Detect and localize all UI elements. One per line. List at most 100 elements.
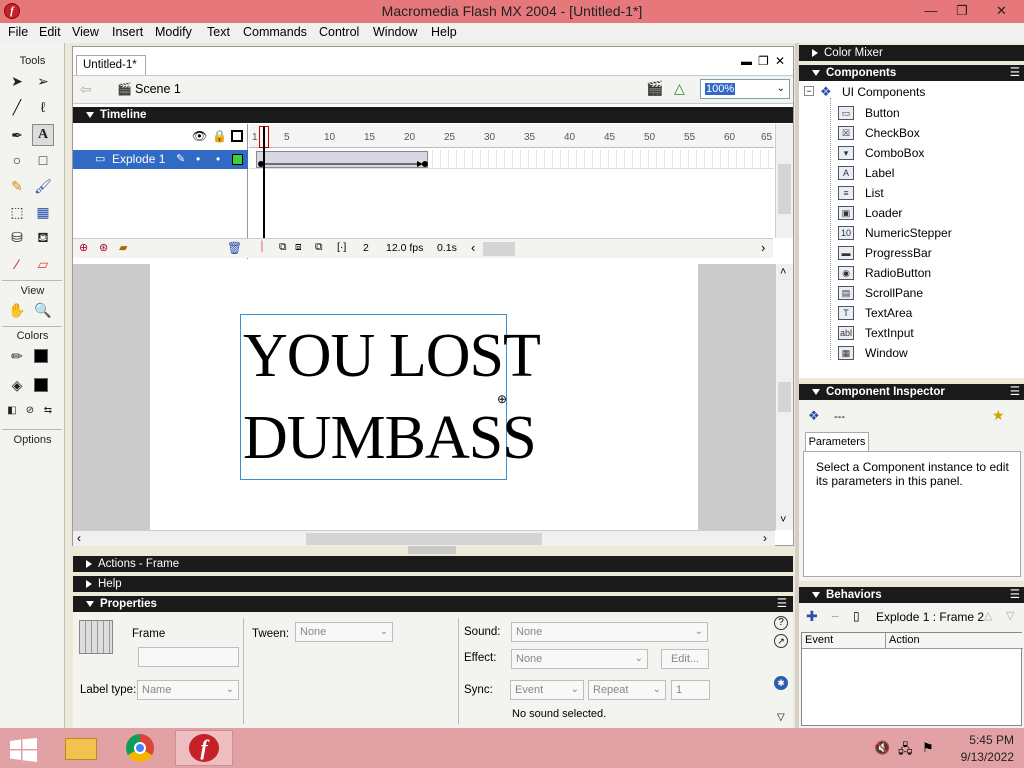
clock-date[interactable]: 9/13/2022: [944, 750, 1014, 764]
swap-colors-icon[interactable]: ⇆: [40, 400, 56, 422]
add-layer-icon[interactable]: ⊕: [79, 241, 88, 254]
properties-header[interactable]: Properties ☰: [73, 596, 793, 612]
help-icon[interactable]: ?: [774, 616, 788, 630]
clock-time[interactable]: 5:45 PM: [944, 733, 1014, 747]
collapse-properties-icon[interactable]: ▽: [777, 712, 785, 723]
scroll-thumb[interactable]: [778, 164, 791, 214]
ui-components-group[interactable]: UI Components: [842, 85, 925, 99]
repeat-count-input[interactable]: 1: [671, 680, 710, 700]
scroll-thumb[interactable]: [306, 533, 542, 545]
label-type-select[interactable]: Name ⌄: [137, 680, 239, 700]
edit-symbols-icon[interactable]: △: [674, 80, 685, 97]
network-icon[interactable]: 🖧: [898, 740, 913, 762]
actions-panel-header[interactable]: Actions - Frame: [73, 556, 793, 572]
sync-select[interactable]: Event ⌄: [510, 680, 584, 700]
subselect-tool-icon[interactable]: ➢: [32, 70, 54, 92]
menu-modify[interactable]: Modify: [155, 23, 192, 43]
add-behavior-icon[interactable]: ✚: [806, 608, 818, 625]
pen-tool-icon[interactable]: ✒: [6, 124, 28, 146]
stage-hscroll[interactable]: ‹ ›: [73, 530, 775, 546]
timeline-vscroll[interactable]: [775, 124, 793, 238]
static-text-field[interactable]: YOU LOST DUMBASS: [240, 314, 541, 480]
no-color-icon[interactable]: ⊘: [22, 400, 38, 422]
motion-tween-span[interactable]: [256, 151, 428, 168]
modify-onion-markers-icon[interactable]: [·]: [337, 241, 346, 253]
fill-color-swatch[interactable]: [34, 378, 48, 392]
minimize-icon[interactable]: —: [916, 0, 946, 23]
show-hide-icon[interactable]: 👁: [192, 129, 207, 143]
visibility-dot-icon[interactable]: •: [196, 150, 200, 169]
eraser-tool-icon[interactable]: ▱: [32, 253, 54, 275]
stage-vscroll[interactable]: ˄ ˅: [775, 264, 793, 530]
panel-options-icon[interactable]: ☰: [1010, 65, 1020, 81]
panel-options-icon[interactable]: ☰: [777, 596, 787, 612]
doc-close-icon[interactable]: ✕: [775, 54, 785, 68]
sound-select[interactable]: None ⌄: [511, 622, 708, 642]
start-button[interactable]: [0, 730, 50, 766]
col-action[interactable]: Action: [886, 633, 1023, 649]
center-frame-icon[interactable]: ⏐: [259, 241, 265, 254]
add-motion-guide-icon[interactable]: ⊛: [99, 241, 108, 254]
hand-tool-icon[interactable]: ✋: [6, 299, 28, 321]
fill-color-icon[interactable]: ◈: [6, 374, 28, 396]
menu-view[interactable]: View: [72, 23, 99, 43]
eyedropper-tool-icon[interactable]: ⁄: [6, 253, 28, 275]
lock-icon[interactable]: 🔒: [212, 129, 227, 143]
edit-accessibility-icon[interactable]: ↗: [774, 634, 788, 648]
timeline-hscroll-thumb[interactable]: [483, 242, 515, 256]
file-explorer-icon[interactable]: [53, 730, 111, 766]
move-up-icon[interactable]: △: [984, 609, 992, 622]
free-transform-tool-icon[interactable]: ⬚: [6, 201, 28, 223]
star-icon[interactable]: ★: [992, 407, 1005, 424]
flash-taskbar-icon[interactable]: f: [175, 730, 233, 766]
lasso-tool-icon[interactable]: ℓ: [32, 96, 54, 118]
panel-options-icon[interactable]: ☰: [1010, 384, 1020, 400]
line-tool-icon[interactable]: ╱: [6, 96, 28, 118]
scroll-right-icon[interactable]: ›: [761, 240, 765, 255]
tab-parameters[interactable]: Parameters: [805, 432, 869, 452]
lock-dot-icon[interactable]: •: [216, 150, 220, 169]
edit-scene-icon[interactable]: 🎬: [646, 80, 663, 97]
color-mixer-header[interactable]: Color Mixer: [799, 45, 1024, 61]
stroke-color-icon[interactable]: ✏: [6, 345, 28, 367]
black-white-icon[interactable]: ◧: [4, 400, 20, 422]
document-tab[interactable]: Untitled-1*: [76, 55, 146, 75]
doc-minimize-icon[interactable]: ▬: [741, 56, 752, 68]
help-panel-header[interactable]: Help: [73, 576, 793, 592]
component-inspector-header[interactable]: Component Inspector ☰: [799, 384, 1024, 400]
ink-bottle-tool-icon[interactable]: ⛁: [6, 226, 28, 248]
remove-behavior-icon[interactable]: −: [831, 608, 839, 624]
menu-insert[interactable]: Insert: [112, 23, 143, 43]
menu-control[interactable]: Control: [319, 23, 359, 43]
chevron-up-icon[interactable]: ˄: [780, 266, 786, 278]
accessibility-icon[interactable]: ✱: [774, 676, 788, 690]
timeline-header[interactable]: Timeline: [73, 107, 793, 123]
pencil-tool-icon[interactable]: ✎: [6, 175, 28, 197]
action-center-icon[interactable]: ⚑: [922, 740, 934, 756]
repeat-select[interactable]: Repeat ⌄: [588, 680, 666, 700]
zoom-tool-icon[interactable]: 🔍: [32, 299, 54, 321]
layer-name[interactable]: Explode 1: [112, 150, 165, 169]
zoom-select[interactable]: 100% ⌄: [700, 79, 790, 99]
panel-resize-handle[interactable]: [408, 546, 456, 554]
back-arrow-icon[interactable]: ⇦: [80, 81, 92, 98]
edit-multiple-frames-icon[interactable]: ⧉: [315, 241, 323, 254]
insert-folder-icon[interactable]: ▰: [119, 241, 127, 254]
tree-collapse-icon[interactable]: −: [804, 86, 814, 96]
tween-select[interactable]: None ⌄: [295, 622, 393, 642]
doc-restore-icon[interactable]: ❐: [758, 54, 769, 68]
scroll-thumb[interactable]: [778, 382, 791, 412]
onion-skin-icon[interactable]: ⧉: [279, 241, 287, 254]
restore-icon[interactable]: ❐: [947, 0, 977, 23]
close-icon[interactable]: ✕: [979, 0, 1024, 23]
fill-transform-tool-icon[interactable]: ▦: [32, 201, 54, 223]
delete-layer-icon[interactable]: 🗑: [227, 241, 242, 255]
frame-name-input[interactable]: [138, 647, 239, 667]
timeline-frames-area[interactable]: [249, 169, 774, 238]
chevron-down-icon[interactable]: ˅: [780, 514, 786, 526]
effect-select[interactable]: None ⌄: [511, 649, 648, 669]
components-header[interactable]: Components ☰: [799, 65, 1024, 81]
col-event[interactable]: Event: [802, 633, 886, 649]
scroll-left-icon[interactable]: ‹: [471, 240, 475, 255]
stroke-color-swatch[interactable]: [34, 349, 48, 363]
